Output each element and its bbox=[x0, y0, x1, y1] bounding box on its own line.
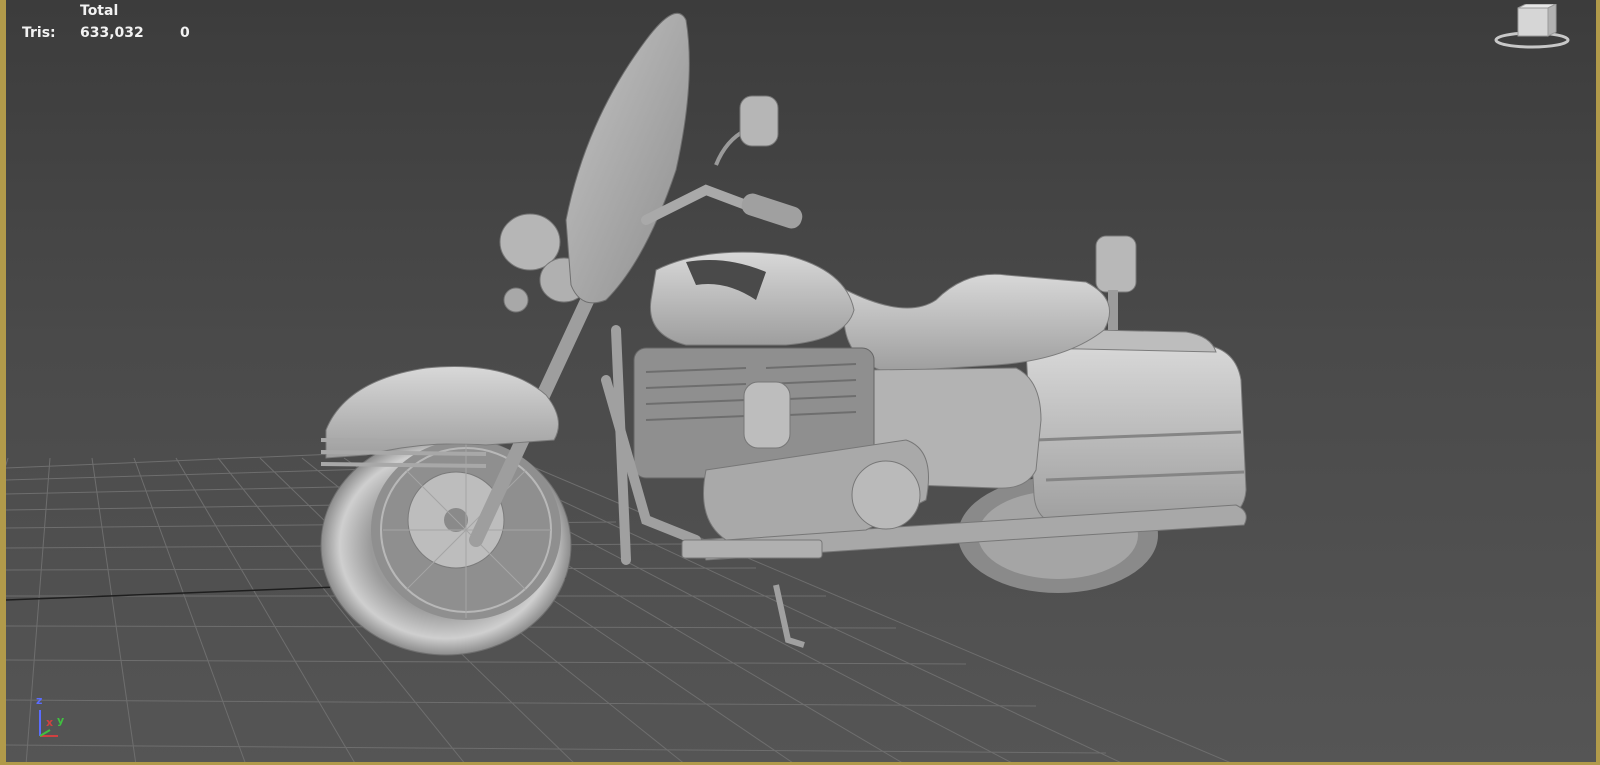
handlebar bbox=[641, 184, 803, 229]
windshield bbox=[565, 12, 690, 304]
stats-label: Tris: bbox=[22, 25, 56, 41]
stats-selected-value: 0 bbox=[180, 25, 190, 41]
saddlebag bbox=[1025, 329, 1247, 527]
kickstand bbox=[773, 584, 805, 648]
axis-tripod: z x y bbox=[28, 694, 78, 750]
axis-y-label: y bbox=[57, 714, 65, 727]
viewcube-icon[interactable] bbox=[1492, 4, 1572, 50]
viewport-perspective[interactable]: Total Tris: 633,032 0 z x y bbox=[0, 0, 1600, 765]
stats-header-total: Total bbox=[80, 3, 119, 19]
axis-z-label: z bbox=[36, 694, 43, 707]
fuel-tank bbox=[649, 251, 855, 346]
front-wheel bbox=[320, 434, 572, 656]
stats-row-tris: Tris: 633,032 0 bbox=[22, 22, 220, 44]
stats-total-value: 633,032 bbox=[80, 25, 144, 41]
mirror bbox=[714, 95, 779, 166]
footboard bbox=[681, 539, 823, 559]
motorcycle-model[interactable] bbox=[6, 0, 1600, 765]
axis-x-label: x bbox=[46, 716, 54, 729]
statistics-overlay: Total Tris: 633,032 0 bbox=[22, 0, 220, 44]
